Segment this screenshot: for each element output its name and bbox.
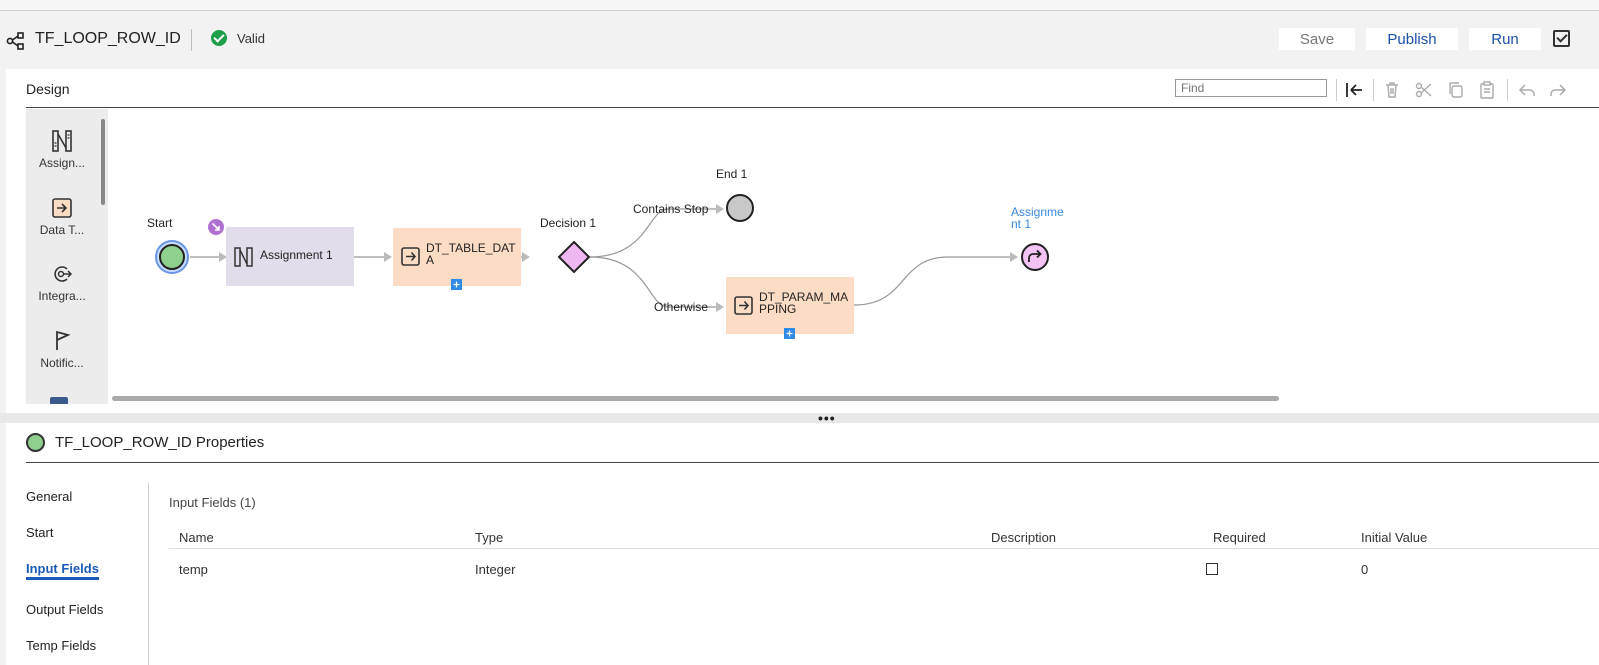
input-fields-title: Input Fields (1)	[169, 495, 256, 510]
assignment-icon	[52, 130, 72, 152]
panel-splitter[interactable]	[0, 413, 1599, 423]
nav-item-output-fields[interactable]: Output Fields	[26, 602, 103, 617]
connector	[589, 208, 720, 258]
taskflow-icon	[6, 32, 24, 50]
nav-item-start[interactable]: Start	[26, 525, 53, 540]
integration-icon	[54, 266, 73, 282]
column-header-type: Type	[475, 530, 504, 545]
redo-icon[interactable]	[1547, 79, 1569, 101]
dt-table-label-line1: DT_TABLE_DAT	[426, 241, 516, 255]
palette-next-item[interactable]	[50, 397, 68, 404]
arrow-head	[522, 252, 530, 262]
palette-label: Integra...	[38, 289, 86, 303]
design-divider	[26, 107, 1599, 108]
cut-icon[interactable]	[1413, 79, 1435, 101]
step-palette: Assign... Data T... Integra... Notific..…	[26, 109, 108, 404]
notification-flag-icon	[56, 330, 71, 350]
undo-icon[interactable]	[1516, 79, 1538, 101]
palette-label: Notific...	[40, 356, 84, 370]
find-input[interactable]	[1175, 79, 1327, 97]
valid-check-icon	[211, 30, 227, 46]
jump-label-line2: nt 1	[1011, 217, 1031, 231]
dt-param-label-line2: PPING	[759, 302, 796, 316]
column-header-required: Required	[1213, 530, 1266, 545]
cell-type[interactable]: Integer	[475, 562, 515, 577]
publish-button[interactable]: Publish	[1366, 28, 1458, 50]
canvas-scrollbar[interactable]	[112, 396, 1279, 401]
collapse-left-icon[interactable]	[1343, 79, 1365, 101]
start-node[interactable]	[159, 244, 185, 270]
drag-handle-icon[interactable]: •••	[818, 411, 836, 425]
properties-title: TF_LOOP_ROW_ID Properties	[55, 434, 265, 451]
branch-label-contains-stop: Contains Stop	[633, 202, 709, 216]
arrow-head	[1010, 252, 1018, 262]
start-label: Start	[147, 216, 173, 230]
checkbox-icon[interactable]	[1553, 30, 1570, 47]
nav-item-input-fields[interactable]: Input Fields	[26, 561, 99, 580]
branch-label-otherwise: Otherwise	[654, 300, 708, 314]
palette-label: Data T...	[39, 223, 85, 237]
arrow-head	[384, 252, 392, 262]
column-header-description: Description	[991, 530, 1057, 545]
paste-icon[interactable]	[1476, 79, 1498, 101]
table-header-divider	[169, 548, 1599, 549]
palette-item-data-task[interactable]: Data T...	[26, 196, 98, 237]
run-button[interactable]: Run	[1469, 28, 1541, 50]
end-node[interactable]	[726, 194, 754, 222]
data-task-icon	[52, 198, 72, 218]
properties-panel: TF_LOOP_ROW_ID Properties General Start …	[6, 423, 1599, 665]
decision-node[interactable]	[557, 240, 591, 274]
palette-scrollbar[interactable]	[101, 119, 105, 205]
cell-name[interactable]: temp	[179, 562, 208, 577]
connector	[853, 256, 1014, 306]
column-header-name: Name	[179, 530, 214, 545]
toolbar-divider	[1507, 79, 1508, 101]
palette-item-integration[interactable]: Integra...	[26, 262, 98, 303]
toolbar-divider	[1373, 79, 1374, 101]
copy-icon[interactable]	[1445, 79, 1467, 101]
save-button[interactable]: Save	[1279, 28, 1355, 50]
assignment-label: Assignment 1	[260, 248, 333, 262]
design-title: Design	[26, 81, 70, 97]
arrow-head	[219, 252, 227, 262]
toolbar-divider	[1336, 79, 1337, 101]
nav-divider	[148, 483, 149, 665]
status-text: Valid	[237, 31, 265, 46]
palette-label: Assign...	[38, 156, 86, 170]
properties-divider	[26, 462, 1599, 463]
column-header-initial-value: Initial Value	[1361, 530, 1428, 545]
nav-item-general[interactable]: General	[26, 489, 72, 504]
page-title: TF_LOOP_ROW_ID	[35, 30, 181, 47]
required-checkbox[interactable]	[1206, 563, 1218, 575]
header-bar: TF_LOOP_ROW_ID Valid Save Publish Run	[0, 12, 1599, 68]
palette-item-assignment[interactable]: Assign...	[26, 129, 98, 170]
decision-label: Decision 1	[540, 216, 596, 230]
header-divider	[191, 29, 192, 51]
end-label: End 1	[716, 167, 748, 181]
palette-item-notification[interactable]: Notific...	[26, 329, 98, 370]
arrow-head	[716, 204, 724, 214]
delete-icon[interactable]	[1381, 79, 1403, 101]
design-panel: Design Assign..	[6, 69, 1599, 413]
cell-initial-value[interactable]: 0	[1361, 562, 1368, 577]
dt-table-label-line2: A	[426, 253, 434, 267]
nav-item-temp-fields[interactable]: Temp Fields	[26, 638, 96, 653]
top-border	[0, 0, 1599, 11]
flow-canvas[interactable]: Start Assignment 1 DT_TABLE_DAT A Decisi…	[108, 109, 1599, 404]
start-node-icon	[26, 433, 45, 452]
jump-node[interactable]	[1021, 243, 1049, 271]
arrow-head	[716, 302, 724, 312]
